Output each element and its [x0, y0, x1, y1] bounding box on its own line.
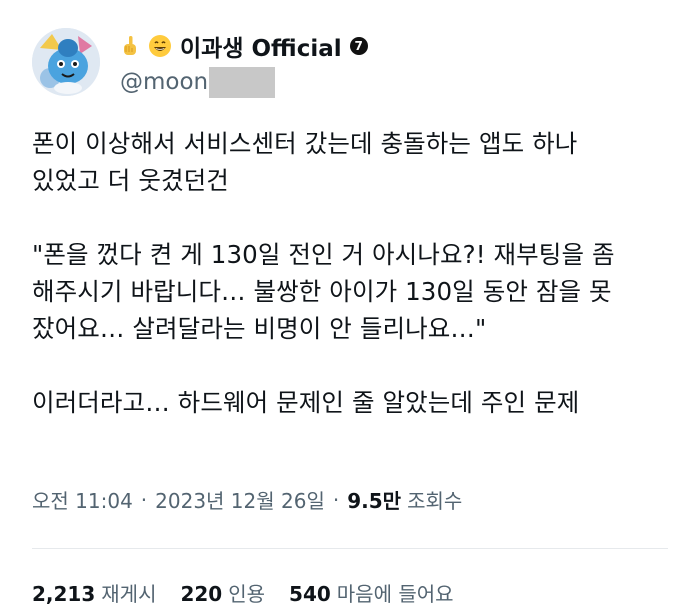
avatar[interactable] — [32, 28, 100, 96]
quotes-count: 220 — [180, 582, 223, 606]
display-name[interactable]: 이과생 Official — [180, 29, 342, 63]
verified-badge: 7 — [349, 37, 368, 55]
tweet-line: 있었고 더 웃겼던건 — [32, 166, 229, 195]
pointing-hand-emoji-icon — [124, 36, 136, 55]
quotes-label: 인용 — [228, 582, 266, 606]
user-handle[interactable]: @moon — [120, 69, 208, 95]
tweet-line: 잤어요… 살려달라는 비명이 안 들리나요…" — [32, 314, 487, 343]
tweet-line: 폰이 이상해서 서비스센터 갔는데 충돌하는 앱도 하나 — [32, 129, 578, 158]
meta-separator: · — [140, 487, 148, 512]
tweet-line: "폰을 껐다 켠 게 130일 전인 거 아시나요?! 재부팅을 좀 — [32, 240, 615, 269]
quotes-stat[interactable]: 220 인용 — [180, 578, 265, 607]
engagement-stats: 2,213 재게시 220 인용 540 마음에 들어요 — [32, 578, 454, 607]
meta-separator: · — [332, 487, 340, 512]
tweet-time[interactable]: 오전 11:04 — [32, 485, 133, 514]
author-name-row[interactable]: 이과생 Official 7 — [118, 30, 368, 62]
views-count: 9.5만 — [347, 489, 402, 513]
grinning-face-emoji-icon — [149, 35, 171, 57]
tweet-date[interactable]: 2023년 12월 26일 — [155, 485, 325, 514]
divider — [32, 548, 668, 549]
views-label: 조회수 — [407, 489, 463, 513]
retweets-stat[interactable]: 2,213 재게시 — [32, 578, 156, 607]
pokemon-avatar-icon — [32, 28, 100, 96]
retweets-count: 2,213 — [32, 582, 96, 606]
redaction-box — [209, 66, 276, 98]
tweet-text: 폰이 이상해서 서비스센터 갔는데 충돌하는 앱도 하나 있었고 더 웃겼던건 … — [32, 125, 672, 421]
likes-count: 540 — [289, 582, 331, 606]
retweets-label: 재게시 — [101, 582, 157, 606]
tweet-line: 이러더라고… 하드웨어 문제인 줄 알았는데 주인 문제 — [32, 388, 580, 417]
tweet-line: 해주시기 바랍니다… 불쌍한 아이가 130일 동안 잠을 못 — [32, 277, 612, 306]
likes-label: 마음에 들어요 — [336, 582, 454, 606]
likes-stat[interactable]: 540 마음에 들어요 — [289, 578, 454, 607]
handle-row: @moon — [120, 66, 276, 98]
tweet-meta: 오전 11:04 · 2023년 12월 26일 · 9.5만 조회수 — [32, 485, 462, 514]
